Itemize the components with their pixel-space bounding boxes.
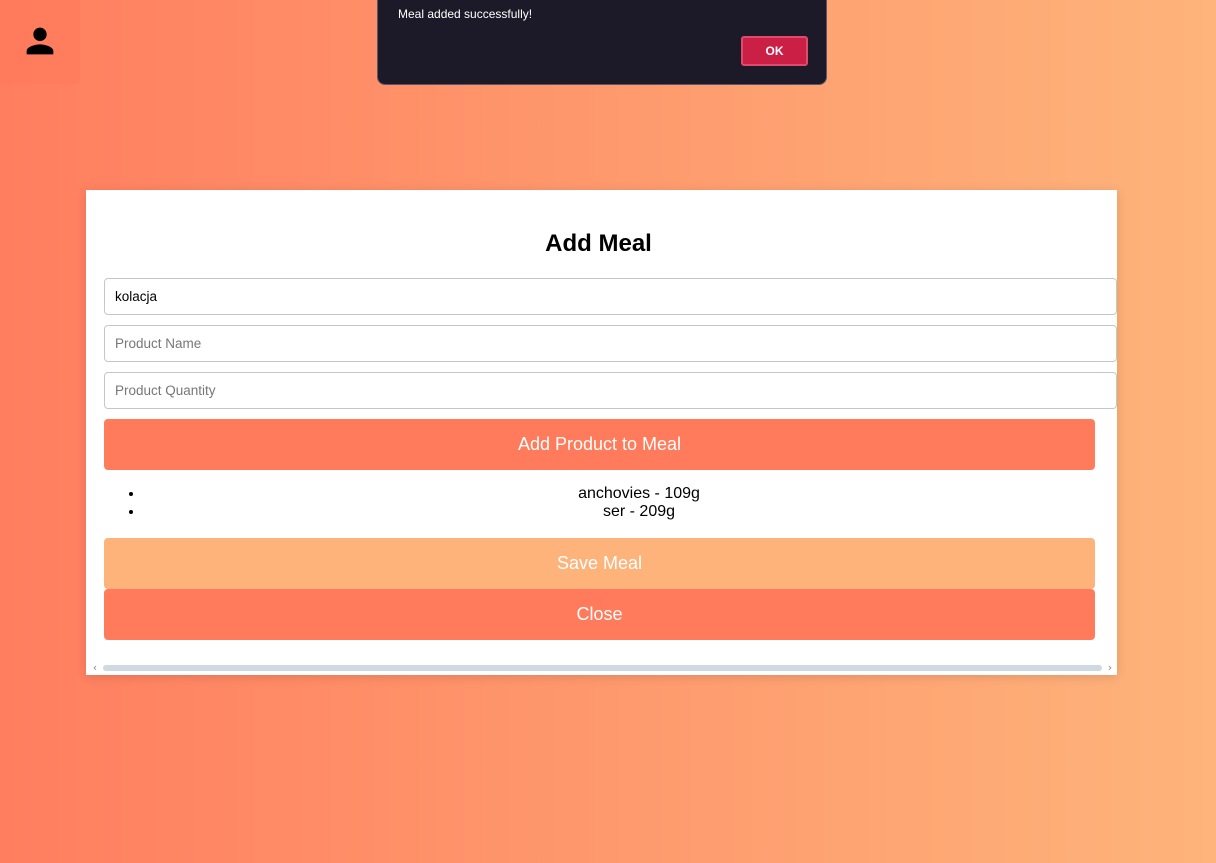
close-button[interactable]: Close	[104, 589, 1095, 640]
product-name-input[interactable]	[104, 325, 1117, 362]
list-item: anchovies - 109g	[144, 485, 1117, 503]
alert-message: Meal added successfully!	[398, 7, 533, 21]
product-quantity-input[interactable]	[104, 372, 1117, 409]
list-item: ser - 209g	[144, 503, 1117, 521]
profile-button[interactable]	[0, 0, 80, 84]
alert-ok-button[interactable]: OK	[741, 36, 808, 66]
scrollbar-thumb[interactable]	[103, 665, 1102, 671]
save-meal-button[interactable]: Save Meal	[104, 538, 1095, 589]
add-meal-modal: Add Meal Add Product to Meal anchovies -…	[86, 190, 1117, 675]
horizontal-scrollbar[interactable]: ‹ ›	[86, 660, 1117, 675]
chevron-right-icon[interactable]: ›	[1103, 660, 1117, 675]
user-icon	[26, 27, 54, 55]
modal-title: Add Meal	[545, 230, 652, 257]
success-alert: Meal added successfully! OK	[377, 0, 827, 85]
meal-name-input[interactable]	[104, 278, 1117, 315]
product-list: anchovies - 109g ser - 209g	[104, 485, 1117, 521]
add-product-button[interactable]: Add Product to Meal	[104, 419, 1095, 470]
chevron-left-icon[interactable]: ‹	[88, 660, 102, 675]
